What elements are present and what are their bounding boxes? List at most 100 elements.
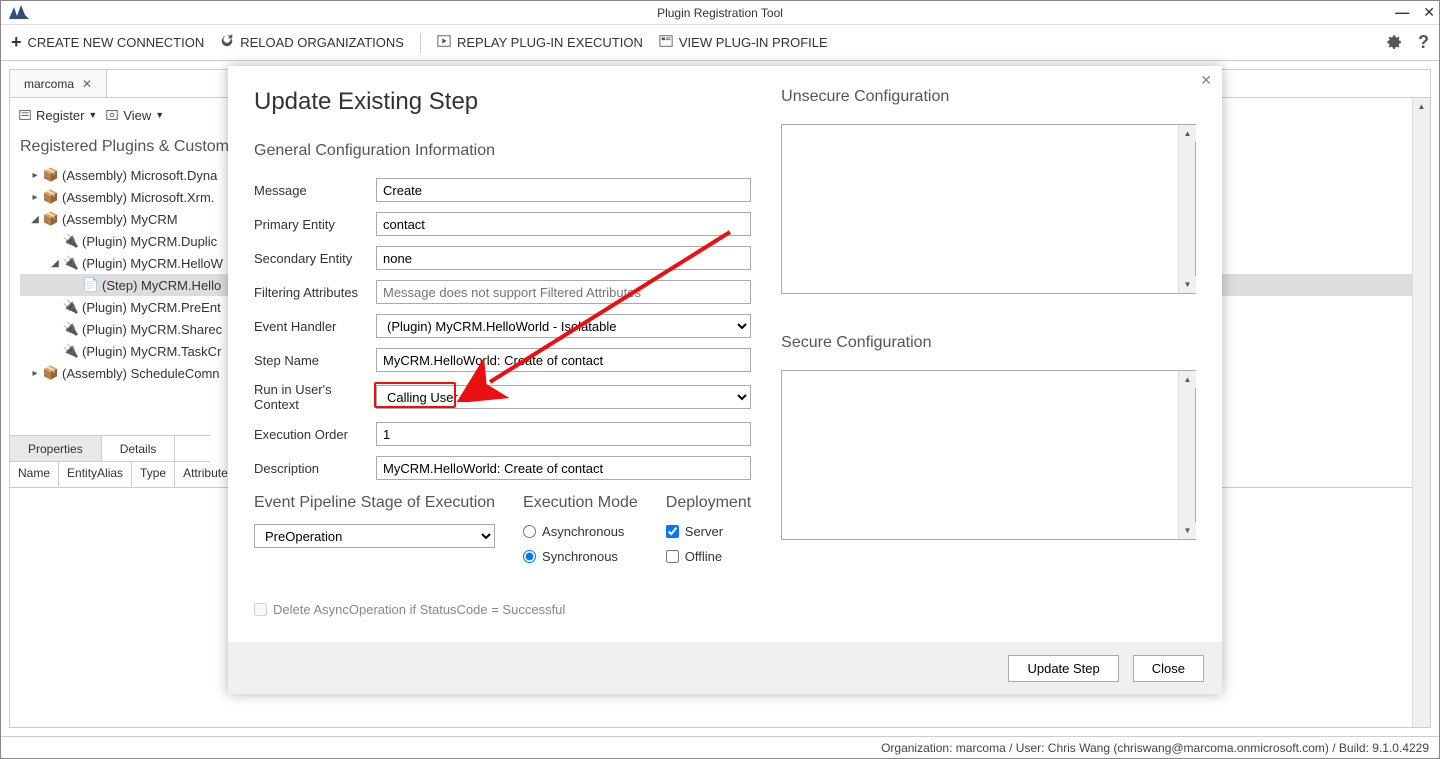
description-input[interactable] [376,456,751,480]
offline-check[interactable]: Offline [666,549,751,564]
help-button[interactable]: ? [1418,32,1429,53]
reload-orgs-button[interactable]: RELOAD ORGANIZATIONS [220,34,404,51]
update-step-button[interactable]: Update Step [1008,655,1118,682]
expander-icon[interactable]: ▸ [30,368,40,378]
reload-icon [220,34,234,51]
exec-order-input[interactable] [376,422,751,446]
scrollbar[interactable]: ▲ [1412,98,1430,727]
unsecure-config-textarea[interactable]: ▲ ▼ [781,124,1196,294]
plugin-icon: 🔌 [64,234,78,248]
async-radio[interactable]: Asynchronous [523,524,638,539]
tree-label: (Plugin) MyCRM.Duplic [82,234,217,249]
expander-icon[interactable]: ▸ [30,170,40,180]
statusbar-text: Organization: marcoma / User: Chris Wang… [881,741,1429,755]
titlebar: Plugin Registration Tool — ✕ [1,1,1439,25]
tree-label: (Assembly) Microsoft.Dyna [62,168,217,183]
pipeline-select[interactable]: PreOperation [254,524,495,548]
profile-icon [659,34,673,51]
unsecure-heading: Unsecure Configuration [781,88,1196,106]
view-dropdown[interactable]: View ▼ [105,108,164,123]
scroll-down-icon[interactable]: ▼ [1179,522,1196,539]
message-input[interactable] [376,178,751,202]
org-tab[interactable]: marcoma ✕ [10,70,107,97]
create-connection-label: CREATE NEW CONNECTION [28,35,205,50]
plugin-icon: 🔌 [64,322,78,336]
primary-entity-label: Primary Entity [254,217,376,232]
server-label: Server [685,524,723,539]
reload-orgs-label: RELOAD ORGANIZATIONS [240,35,404,50]
tree-label: (Assembly) MyCRM [62,212,178,227]
scrollbar[interactable]: ▲ ▼ [1178,125,1195,293]
replay-button[interactable]: REPLAY PLUG-IN EXECUTION [437,34,643,51]
minimize-button[interactable]: — [1395,4,1409,21]
create-connection-button[interactable]: + CREATE NEW CONNECTION [11,32,204,53]
scrollbar[interactable]: ▲ ▼ [1178,371,1195,539]
plus-icon: + [11,32,22,53]
general-heading: General Configuration Information [254,142,751,160]
view-label: View [123,108,151,123]
plugin-icon: 🔌 [64,300,78,314]
event-handler-select[interactable]: (Plugin) MyCRM.HelloWorld - Isolatable [376,314,751,338]
plugin-icon: 🔌 [64,344,78,358]
col-name[interactable]: Name [10,462,59,487]
scroll-up-icon[interactable]: ▲ [1179,371,1196,388]
dialog-title: Update Existing Step [254,88,751,116]
register-label: Register [36,108,84,123]
assembly-icon: 📦 [44,212,58,226]
run-context-label: Run in User's Context [254,382,376,412]
expander-icon[interactable]: ◢ [50,258,60,268]
scroll-down-icon[interactable]: ▼ [1179,276,1196,293]
server-check[interactable]: Server [666,524,751,539]
run-context-select[interactable]: Calling User [376,385,751,409]
tree-label: (Plugin) MyCRM.TaskCr [82,344,221,359]
settings-button[interactable] [1384,32,1402,53]
delete-async-label: Delete AsyncOperation if StatusCode = Su… [273,602,565,617]
dialog-footer: Update Step Close [228,642,1222,694]
tree-label: (Plugin) MyCRM.HelloW [82,256,223,271]
scroll-up-icon[interactable]: ▲ [1413,98,1430,115]
sync-radio[interactable]: Synchronous [523,549,638,564]
org-tab-label: marcoma [24,77,74,91]
step-name-label: Step Name [254,353,376,368]
update-step-dialog: ✕ Update Existing Step General Configura… [228,66,1222,694]
view-icon [105,108,119,122]
exec-mode-heading: Execution Mode [523,494,638,512]
close-button[interactable]: ✕ [1423,4,1435,21]
view-profile-button[interactable]: VIEW PLUG-IN PROFILE [659,34,828,51]
replay-label: REPLAY PLUG-IN EXECUTION [457,35,643,50]
tab-close-icon[interactable]: ✕ [82,77,92,91]
step-name-input[interactable] [376,348,751,372]
delete-async-check: Delete AsyncOperation if StatusCode = Su… [254,602,751,617]
plugin-icon: 🔌 [64,256,78,270]
replay-icon [437,34,451,51]
view-profile-label: VIEW PLUG-IN PROFILE [679,35,828,50]
assembly-icon: 📦 [44,168,58,182]
tab-properties[interactable]: Properties [10,436,102,461]
gear-icon [1384,32,1402,50]
separator [420,33,421,53]
close-button[interactable]: Close [1133,655,1204,682]
filtering-input [376,280,751,304]
col-type[interactable]: Type [132,462,175,487]
secure-config-textarea[interactable]: ▲ ▼ [781,370,1196,540]
expander-icon[interactable]: ▸ [30,192,40,202]
exec-order-label: Execution Order [254,427,376,442]
tree-label: (Plugin) MyCRM.Sharec [82,322,222,337]
expander-icon[interactable]: ◢ [30,214,40,224]
tab-details[interactable]: Details [102,436,176,461]
secondary-entity-label: Secondary Entity [254,251,376,266]
col-entityalias[interactable]: EntityAlias [59,462,132,487]
primary-entity-input[interactable] [376,212,751,236]
tree-label: (Plugin) MyCRM.PreEnt [82,300,221,315]
secondary-entity-input[interactable] [376,246,751,270]
assembly-icon: 📦 [44,366,58,380]
chevron-down-icon: ▼ [155,110,164,120]
async-label: Asynchronous [542,524,624,539]
description-label: Description [254,461,376,476]
scroll-up-icon[interactable]: ▲ [1179,125,1196,142]
event-handler-label: Event Handler [254,319,376,334]
tree-label: (Assembly) Microsoft.Xrm. [62,190,214,205]
deployment-heading: Deployment [666,494,751,512]
dialog-close-button[interactable]: ✕ [1200,72,1212,89]
register-dropdown[interactable]: Register ▼ [18,108,97,123]
